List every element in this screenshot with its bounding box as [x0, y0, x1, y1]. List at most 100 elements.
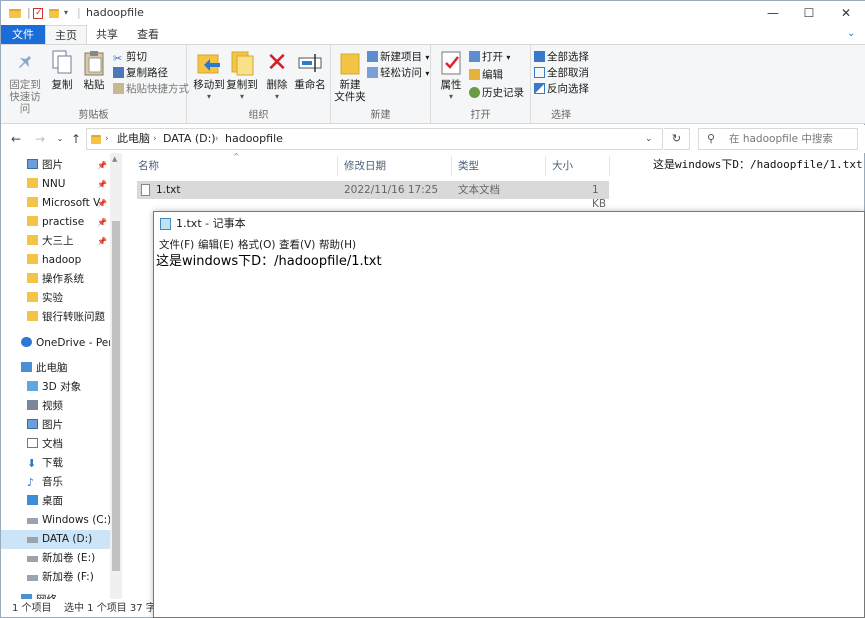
- nav-item-onedrive[interactable]: OneDrive - Pers: [1, 334, 118, 353]
- nav-item-this-pc[interactable]: 此电脑: [1, 359, 113, 378]
- notepad-window: 1.txt - 记事本 文件(F) 编辑(E) 格式(O) 查看(V) 帮助(H…: [153, 211, 865, 618]
- quick-access-dropdown-icon[interactable]: ▾: [64, 5, 68, 21]
- nav-item-pictures-pc[interactable]: 图片: [1, 416, 113, 435]
- refresh-button[interactable]: ↻: [664, 128, 690, 150]
- chevron-right-icon[interactable]: ›: [153, 132, 157, 146]
- address-row: ← → ⌄ ↑ › 此电脑 › DATA (D:) › hadoopfile ⌄…: [1, 125, 865, 153]
- pin-icon: 📌: [97, 218, 107, 227]
- address-dropdown-icon[interactable]: ⌄: [645, 132, 653, 146]
- menu-format[interactable]: 格式(O): [238, 237, 275, 253]
- move-to-button[interactable]: 移动到 ▾: [193, 49, 225, 103]
- nav-item-downloads[interactable]: ⬇ 下载: [1, 454, 113, 473]
- column-divider[interactable]: [451, 156, 452, 176]
- maximize-button[interactable]: ☐: [789, 3, 829, 23]
- history-button[interactable]: 历史记录: [469, 86, 524, 101]
- new-folder-quick-icon[interactable]: [49, 5, 59, 21]
- column-divider[interactable]: [609, 156, 610, 176]
- nav-item-pictures[interactable]: 图片 📌: [1, 156, 113, 175]
- search-box[interactable]: ⚲ 在 hadoopfile 中搜索: [698, 128, 858, 150]
- nav-item-microsoft[interactable]: Microsoft V 📌: [1, 194, 113, 213]
- nav-item-desktop[interactable]: 桌面: [1, 492, 113, 511]
- menu-edit[interactable]: 编辑(E): [198, 237, 234, 253]
- file-size: 1 KB: [592, 184, 607, 210]
- invert-selection-label: 反向选择: [547, 83, 589, 95]
- new-item-button[interactable]: 新建项目 ▾: [367, 50, 429, 65]
- nav-label: 图片: [42, 159, 63, 171]
- nav-scrollbar-thumb[interactable]: [112, 221, 120, 571]
- nav-item-nnu[interactable]: NNU 📌: [1, 175, 113, 194]
- properties-quick-icon[interactable]: ✓: [33, 5, 43, 21]
- copy-path-button[interactable]: 复制路径: [113, 66, 168, 81]
- up-button[interactable]: ↑: [69, 131, 83, 147]
- column-modified[interactable]: 修改日期: [344, 158, 386, 174]
- easy-access-button[interactable]: 轻松访问 ▾: [367, 66, 429, 81]
- nav-item-videos[interactable]: 视频: [1, 397, 113, 416]
- close-button[interactable]: ✕: [826, 3, 865, 23]
- nav-item-drive-e[interactable]: 新加卷 (E:): [1, 549, 113, 568]
- expand-ribbon-icon[interactable]: ⌄: [847, 28, 855, 39]
- nav-item-documents[interactable]: 文档: [1, 435, 113, 454]
- menu-file[interactable]: 文件(F): [159, 237, 194, 253]
- new-group-label: 新建: [370, 110, 391, 121]
- forward-button[interactable]: →: [33, 131, 47, 147]
- notepad-text-area[interactable]: 这是windows下D：/hadoopfile/1.txt: [156, 253, 382, 270]
- open-button[interactable]: 打开 ▾: [469, 50, 510, 65]
- nav-item-os[interactable]: 操作系统: [1, 270, 113, 289]
- pin-icon: 📌: [97, 199, 107, 208]
- file-row[interactable]: 1.txt 2022/11/16 17:25 文本文档 1 KB: [137, 181, 609, 210]
- column-divider[interactable]: [337, 156, 338, 176]
- nav-item-network[interactable]: 网络: [1, 591, 113, 599]
- nav-item-drive-f[interactable]: 新加卷 (F:): [1, 568, 113, 587]
- paste-shortcut-button[interactable]: 粘贴快捷方式: [113, 82, 189, 97]
- nav-item-bank-transfer[interactable]: 银行转账问题: [1, 308, 113, 327]
- address-bar[interactable]: › 此电脑 › DATA (D:) › hadoopfile ⌄: [86, 128, 663, 150]
- nav-item-junior-first[interactable]: 大三上 📌: [1, 232, 113, 251]
- paste-shortcut-label: 粘贴快捷方式: [126, 83, 189, 95]
- paste-button[interactable]: 粘贴: [79, 49, 109, 91]
- pin-icon: 📌: [97, 161, 107, 170]
- chevron-right-icon[interactable]: ›: [215, 132, 219, 146]
- folder-icon: [27, 216, 38, 226]
- nav-item-practise[interactable]: practise 📌: [1, 213, 113, 232]
- nav-item-experiment[interactable]: 实验: [1, 289, 113, 308]
- navigation-pane: 图片 📌 NNU 📌 Microsoft V 📌 practise 📌 大三上 📌 had…: [1, 153, 122, 599]
- chevron-right-icon[interactable]: ›: [105, 132, 109, 146]
- column-name[interactable]: 名称: [138, 158, 159, 174]
- recent-locations-icon[interactable]: ⌄: [53, 131, 67, 147]
- breadcrumb-this-pc[interactable]: 此电脑: [117, 132, 150, 146]
- cut-button[interactable]: ✂ 剪切: [113, 50, 147, 65]
- tab-file[interactable]: 文件: [1, 25, 45, 45]
- invert-selection-button[interactable]: 反向选择: [534, 82, 589, 97]
- search-input[interactable]: 在 hadoopfile 中搜索: [729, 132, 833, 146]
- paste-icon: [81, 49, 107, 77]
- cloud-icon: [21, 337, 32, 347]
- delete-button[interactable]: ✕ 删除 ▾: [263, 49, 291, 103]
- select-all-button[interactable]: 全部选择: [534, 50, 589, 65]
- new-folder-button[interactable]: 新建 文件夹: [333, 49, 367, 103]
- nav-item-drive-d[interactable]: DATA (D:): [1, 530, 113, 549]
- copy-to-button[interactable]: 复制到 ▾: [225, 49, 259, 103]
- properties-button[interactable]: 属性 ▾: [437, 49, 465, 103]
- column-divider[interactable]: [545, 156, 546, 176]
- column-size[interactable]: 大小: [552, 158, 573, 174]
- back-button[interactable]: ←: [9, 131, 23, 147]
- easy-access-dropdown-icon: ▾: [425, 69, 430, 78]
- select-none-button[interactable]: 全部取消: [534, 66, 589, 81]
- tab-view[interactable]: 查看: [127, 25, 169, 45]
- tab-home[interactable]: 主页: [45, 25, 87, 45]
- nav-item-hadoop[interactable]: hadoop: [1, 251, 113, 270]
- menu-help[interactable]: 帮助(H): [319, 237, 356, 253]
- breadcrumb-data-drive[interactable]: DATA (D:): [163, 132, 216, 146]
- nav-item-drive-c[interactable]: Windows (C:): [1, 511, 113, 530]
- tab-share[interactable]: 共享: [87, 25, 127, 45]
- breadcrumb-hadoopfile[interactable]: hadoopfile: [225, 132, 283, 146]
- nav-item-3d-objects[interactable]: 3D 对象: [1, 378, 113, 397]
- scroll-up-icon[interactable]: ▲: [112, 155, 117, 163]
- rename-button[interactable]: 重命名: [293, 49, 327, 91]
- edit-button[interactable]: 编辑: [469, 68, 503, 83]
- nav-item-music[interactable]: ♪ 音乐: [1, 473, 113, 492]
- column-type[interactable]: 类型: [458, 158, 479, 174]
- menu-view[interactable]: 查看(V): [279, 237, 315, 253]
- copy-button[interactable]: 复制: [47, 49, 77, 91]
- minimize-button[interactable]: —: [753, 3, 793, 23]
